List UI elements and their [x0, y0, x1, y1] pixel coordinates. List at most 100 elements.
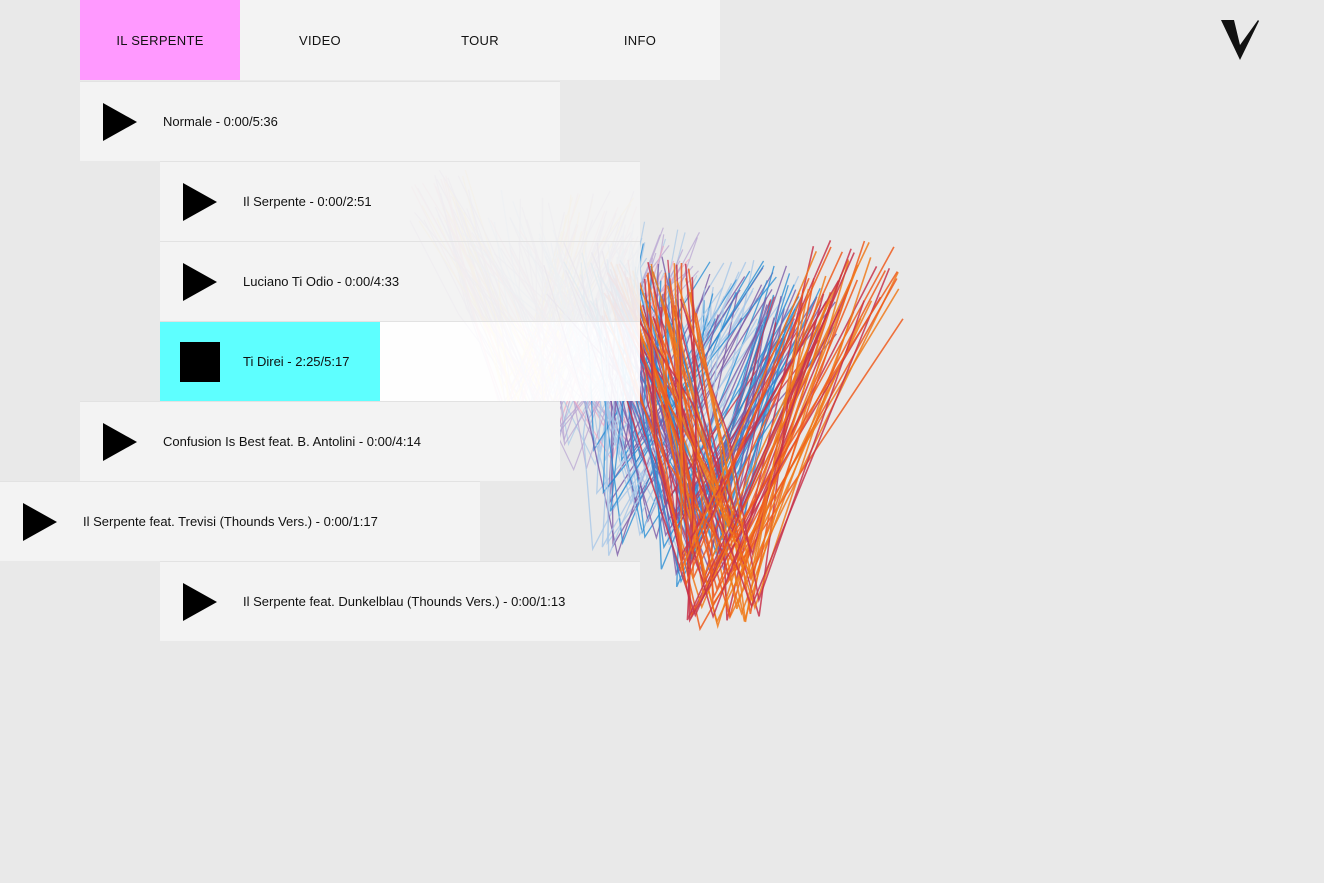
main-nav: IL SERPENTE VIDEO TOUR INFO	[80, 0, 720, 80]
track-label: Luciano Ti Odio - 0:00/4:33	[243, 274, 400, 289]
play-button[interactable]	[80, 82, 160, 162]
art-line	[639, 267, 706, 501]
art-line	[684, 240, 832, 570]
art-line	[649, 265, 774, 541]
art-line	[668, 270, 887, 600]
art-line	[686, 277, 830, 621]
art-line	[676, 281, 810, 579]
track-label: Il Serpente - 0:00/2:51	[243, 194, 372, 209]
play-button[interactable]	[160, 162, 240, 242]
track-row: Luciano Ti Odio - 0:00/4:33	[160, 241, 640, 321]
play-icon	[183, 262, 217, 301]
art-line	[663, 297, 827, 561]
stop-icon	[180, 341, 220, 382]
art-line	[626, 248, 852, 620]
art-line	[628, 277, 862, 576]
art-line	[631, 244, 714, 546]
art-line	[666, 314, 809, 561]
track-row: Confusion Is Best feat. B. Antolini - 0:…	[80, 401, 560, 481]
art-line	[637, 292, 833, 610]
art-line	[646, 271, 899, 584]
art-line	[635, 294, 835, 509]
art-line	[647, 272, 810, 588]
nav-item-tour[interactable]: TOUR	[400, 0, 560, 80]
track-label: Il Serpente feat. Trevisi (Thounds Vers.…	[83, 514, 378, 529]
art-line	[690, 271, 899, 619]
art-line	[659, 257, 872, 611]
v-logo-icon[interactable]	[1220, 19, 1260, 61]
art-line	[689, 291, 832, 587]
art-line	[627, 310, 837, 518]
play-icon	[183, 182, 217, 221]
art-line	[643, 269, 802, 550]
play-icon	[103, 102, 137, 141]
track-label: Normale - 0:00/5:36	[163, 114, 278, 129]
play-icon	[183, 582, 217, 621]
art-line	[679, 298, 865, 603]
track-row: Il Serpente - 0:00/2:51	[160, 161, 640, 241]
art-line	[643, 278, 841, 617]
page: IL SERPENTE VIDEO TOUR INFO Normale - 0:…	[0, 0, 1324, 883]
art-line	[676, 306, 796, 588]
play-icon	[103, 422, 137, 461]
play-button[interactable]	[80, 402, 160, 482]
art-line	[636, 276, 789, 543]
track-row: Normale - 0:00/5:36	[80, 81, 560, 161]
art-line	[652, 267, 891, 609]
nav-item-video[interactable]: VIDEO	[240, 0, 400, 80]
art-line	[644, 292, 775, 560]
play-button[interactable]	[0, 482, 80, 562]
art-line	[607, 278, 898, 632]
art-line	[629, 287, 766, 571]
track-row: Il Serpente feat. Trevisi (Thounds Vers.…	[0, 481, 480, 561]
nav-item-info[interactable]: INFO	[560, 0, 720, 80]
art-line	[649, 284, 796, 506]
art-line	[624, 273, 768, 544]
art-line	[650, 293, 836, 522]
nav-item-il-serpente[interactable]: IL SERPENTE	[80, 0, 240, 80]
play-icon	[23, 502, 57, 541]
track-row: Il Serpente feat. Dunkelblau (Thounds Ve…	[160, 561, 640, 641]
art-line	[653, 280, 767, 570]
art-line	[687, 268, 904, 608]
art-line	[618, 263, 820, 506]
art-line	[649, 280, 840, 559]
art-line	[674, 288, 805, 617]
art-line	[685, 246, 815, 621]
art-line	[695, 278, 815, 614]
play-button[interactable]	[160, 562, 240, 642]
art-line	[610, 261, 859, 543]
art-line	[652, 263, 797, 577]
art-line	[627, 259, 800, 562]
art-line	[647, 261, 852, 580]
stop-button[interactable]	[160, 322, 240, 402]
art-line	[675, 298, 786, 530]
art-line	[661, 256, 785, 545]
art-line	[667, 259, 818, 580]
art-line	[617, 265, 788, 527]
art-line	[636, 277, 822, 574]
art-line	[667, 285, 832, 610]
play-button[interactable]	[160, 242, 240, 322]
art-line	[653, 240, 866, 582]
art-line	[642, 296, 775, 555]
track-label: Ti Direi - 2:25/5:17	[243, 354, 350, 369]
art-line	[680, 246, 895, 619]
art-line	[620, 301, 817, 620]
art-line	[615, 259, 850, 576]
track-label: Il Serpente feat. Dunkelblau (Thounds Ve…	[243, 594, 566, 609]
art-line	[628, 265, 765, 467]
art-line	[632, 270, 873, 624]
art-line	[609, 266, 878, 553]
art-line	[664, 251, 844, 579]
art-line	[671, 242, 870, 597]
art-line	[638, 282, 900, 551]
art-line	[617, 295, 782, 559]
art-line	[673, 251, 818, 572]
art-line	[674, 300, 771, 520]
art-line	[620, 286, 855, 616]
art-line	[619, 316, 801, 519]
art-line	[639, 291, 769, 482]
art-line	[667, 272, 795, 513]
art-line	[684, 278, 804, 623]
